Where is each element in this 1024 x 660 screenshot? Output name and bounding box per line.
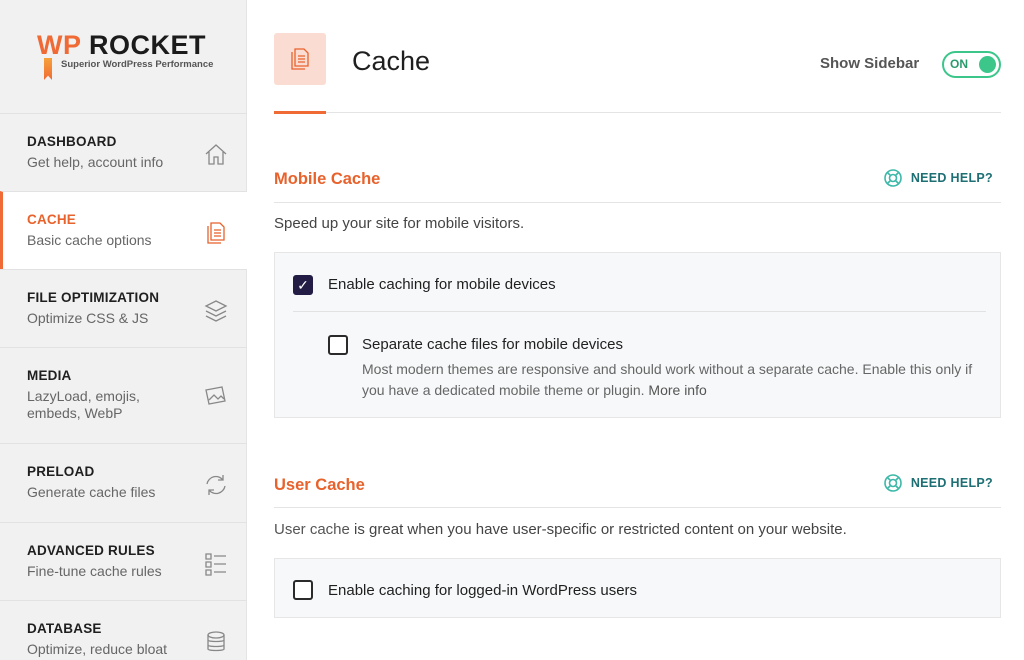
toggle-label: ON [950,57,968,71]
user-cache-description: User cache is great when you have user-s… [274,521,847,538]
sidebar-item-media[interactable]: MEDIA LazyLoad, emojis, embeds, WebP [0,347,247,443]
wp-rocket-logo: WP ROCKET Superior WordPress Performance [37,30,213,70]
enable-mobile-cache-label[interactable]: Enable caching for mobile devices [328,276,556,293]
option-divider [293,311,986,312]
database-icon [203,629,229,655]
lifebuoy-icon [883,168,903,188]
description-text: is great when you have user-specific or … [350,521,847,538]
mobile-cache-heading: Mobile Cache [274,170,380,189]
nav-subtitle: Get help, account info [27,154,220,171]
nav-subtitle: Basic cache options [27,232,220,249]
user-cache-need-help[interactable]: NEED HELP? [883,473,993,493]
images-icon [203,382,229,408]
home-icon [203,142,229,168]
enable-logged-in-cache-label[interactable]: Enable caching for logged-in WordPress u… [328,582,637,599]
nav-title: PRELOAD [27,464,220,479]
sidebar-item-preload[interactable]: PRELOAD Generate cache files [0,443,247,522]
user-cache-options-box: Enable caching for logged-in WordPress u… [274,558,1001,618]
sidebar-item-database[interactable]: DATABASE Optimize, reduce bloat [0,600,247,660]
page-title: Cache [352,46,430,77]
layers-icon [203,298,229,324]
show-sidebar-toggle[interactable]: ON [942,51,1001,78]
section-divider [274,507,1001,508]
nav-subtitle: Optimize, reduce bloat [27,641,220,658]
separate-mobile-cache-checkbox[interactable] [328,335,348,355]
need-help-label: NEED HELP? [911,476,993,490]
separate-mobile-cache-description: Most modern themes are responsive and sh… [362,359,982,401]
toggle-knob [979,56,996,73]
user-cache-link[interactable]: User cache [274,521,350,538]
mobile-cache-need-help[interactable]: NEED HELP? [883,168,993,188]
enable-mobile-cache-checkbox[interactable]: ✓ [293,275,313,295]
logo-rocket: ROCKET [89,30,206,60]
sidebar: WP ROCKET Superior WordPress Performance… [0,0,247,660]
nav-title: CACHE [27,212,220,227]
document-icon [203,220,229,246]
section-divider [274,202,1001,203]
cache-header-icon [274,33,326,85]
checklist-icon [203,551,229,577]
rocket-flame-icon [44,58,52,80]
sidebar-item-cache[interactable]: CACHE Basic cache options [0,191,247,269]
nav-title: MEDIA [27,368,220,383]
nav-title: FILE OPTIMIZATION [27,290,220,305]
mobile-cache-description: Speed up your site for mobile visitors. [274,215,524,232]
nav-subtitle: Generate cache files [27,484,220,501]
need-help-label: NEED HELP? [911,171,993,185]
mobile-cache-options-box: ✓ Enable caching for mobile devices Sepa… [274,252,1001,418]
logo-wp: WP [37,30,81,60]
show-sidebar-label: Show Sidebar [820,55,919,72]
separate-mobile-cache-label[interactable]: Separate cache files for mobile devices [362,336,623,353]
nav-title: ADVANCED RULES [27,543,220,558]
nav-title: DATABASE [27,621,220,636]
logo-tagline: Superior WordPress Performance [61,59,213,70]
header-active-underline [274,111,326,114]
sidebar-item-file-optimization[interactable]: FILE OPTIMIZATION Optimize CSS & JS [0,269,247,347]
more-info-link[interactable]: More info [648,382,706,398]
sidebar-item-advanced-rules[interactable]: ADVANCED RULES Fine-tune cache rules [0,522,247,600]
user-cache-heading: User Cache [274,476,365,495]
sidebar-item-dashboard[interactable]: DASHBOARD Get help, account info [0,113,247,191]
header-divider [274,112,1001,113]
nav-subtitle: Fine-tune cache rules [27,563,220,580]
lifebuoy-icon [883,473,903,493]
nav-title: DASHBOARD [27,134,220,149]
nav-subtitle: Optimize CSS & JS [27,310,220,327]
refresh-icon [203,472,229,498]
enable-logged-in-cache-checkbox[interactable] [293,580,313,600]
nav-subtitle: LazyLoad, emojis, embeds, WebP [27,388,157,422]
